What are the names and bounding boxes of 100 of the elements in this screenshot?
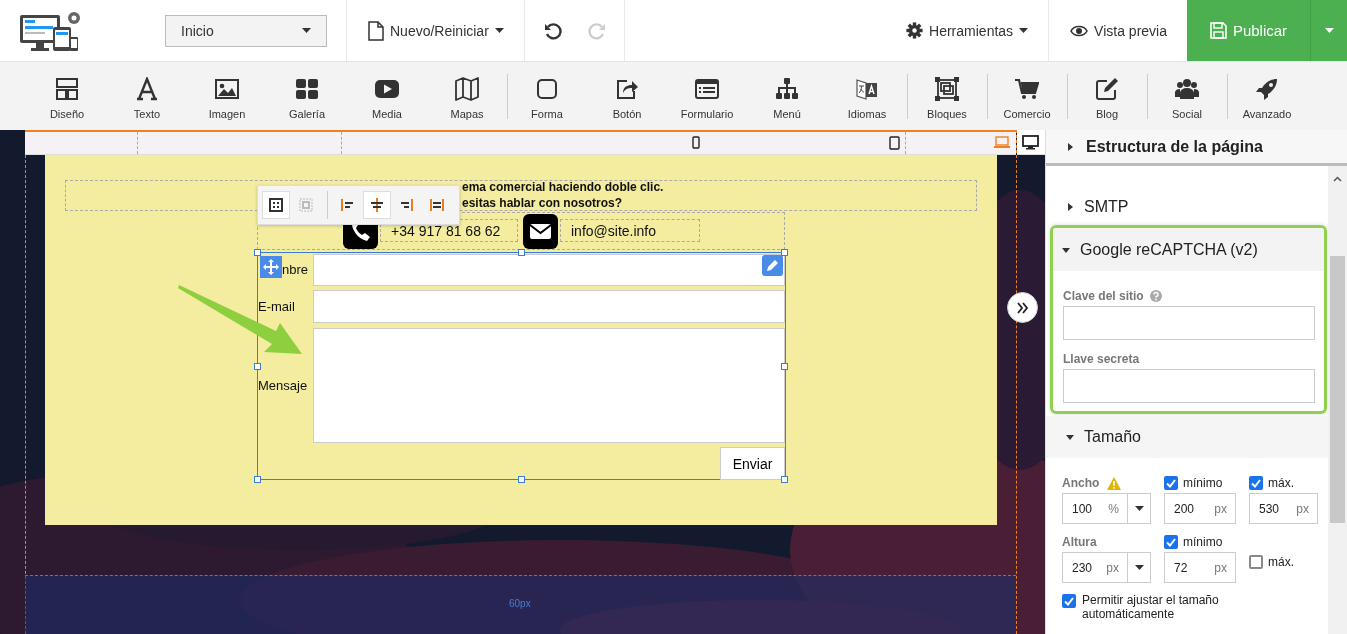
toolbar-button[interactable]: Social	[1147, 62, 1227, 130]
width-field[interactable]: 100 %	[1062, 493, 1151, 524]
toolbar-button[interactable]: Mapas	[427, 62, 507, 130]
resize-handle[interactable]	[781, 249, 788, 256]
frame-button[interactable]	[262, 191, 290, 219]
align-center-button[interactable]	[363, 191, 391, 219]
email-address: info@site.info	[560, 219, 700, 242]
checkbox-label: mínimo	[1183, 535, 1223, 549]
toolbar-button[interactable]: Comercio	[987, 62, 1067, 130]
redo-icon	[587, 21, 606, 40]
settings-icon	[906, 22, 924, 39]
unit-label: px	[1106, 560, 1120, 575]
min-width-field[interactable]: 200 px	[1164, 493, 1236, 524]
checkbox[interactable]	[1249, 476, 1263, 490]
tools-menu-button[interactable]: Herramientas	[906, 0, 1029, 61]
help-icon[interactable]	[1149, 290, 1162, 302]
square-icon	[535, 76, 559, 101]
intro-text: esitas hablar con nosotros?	[462, 196, 623, 210]
resize-handle[interactable]	[781, 363, 788, 370]
resize-handle[interactable]	[254, 249, 261, 256]
caret-right-icon	[1066, 142, 1074, 151]
page-select[interactable]: Inicio	[165, 14, 327, 47]
field-label: Ancho	[1062, 476, 1100, 490]
toolbar-button[interactable]: Botón	[587, 62, 667, 130]
toolbar-button[interactable]: Avanzado	[1227, 62, 1307, 130]
panel-header[interactable]: Estructura de la página	[1046, 130, 1347, 166]
section-header[interactable]: Google reCAPTCHA (v2)	[1053, 228, 1324, 271]
resize-handle[interactable]	[254, 476, 261, 483]
unit-label: %	[1108, 501, 1120, 516]
justify-icon	[429, 197, 445, 213]
tablet-icon[interactable]	[888, 136, 901, 150]
checkbox-label: máx.	[1268, 555, 1294, 569]
document-icon	[368, 20, 384, 41]
pencil-icon[interactable]	[762, 255, 783, 276]
caret-icon	[302, 28, 311, 33]
translate-icon	[855, 76, 879, 101]
resize-handle[interactable]	[518, 476, 525, 483]
toolbar-button[interactable]: Forma	[507, 62, 587, 130]
toolbar-button[interactable]: Galería	[267, 62, 347, 130]
height-field[interactable]: 230 px	[1062, 552, 1151, 583]
cart-icon	[1015, 76, 1039, 101]
checkbox-label: mínimo	[1183, 476, 1223, 490]
resize-handle[interactable]	[254, 363, 261, 370]
checkbox[interactable]	[1249, 555, 1263, 569]
sitemap-icon	[775, 76, 799, 101]
phone-icon[interactable]	[690, 136, 702, 149]
toolbar-button[interactable]: Imagen	[187, 62, 267, 130]
monitor-icon[interactable]	[1022, 135, 1039, 150]
input-field[interactable]	[1063, 306, 1315, 340]
section-header[interactable]: SMTP	[1046, 191, 1328, 223]
field-label: E-mail	[258, 298, 295, 316]
save-icon	[1209, 22, 1227, 39]
unit-label: px	[1214, 501, 1228, 516]
resize-handle[interactable]	[781, 476, 788, 483]
toolbar-button[interactable]: Blog	[1067, 62, 1147, 130]
section-header[interactable]: Tamaño	[1046, 416, 1328, 458]
checkbox[interactable]	[1164, 535, 1178, 549]
align-right-icon	[399, 197, 415, 213]
laptop-icon[interactable]	[994, 136, 1010, 149]
field-label: Mensaje	[258, 377, 308, 395]
min-height-field[interactable]: 72 px	[1164, 552, 1236, 583]
new-menu-button[interactable]: Nuevo/Reiniciar	[368, 0, 504, 61]
unit-label: px	[1214, 560, 1228, 575]
spacer-size: 60px	[509, 598, 531, 609]
toolbar-button[interactable]: Menú	[747, 62, 827, 130]
resize-handle[interactable]	[518, 249, 525, 256]
grid-icon	[295, 76, 319, 101]
checkbox[interactable]	[1164, 476, 1178, 490]
toolbar-button[interactable]: Diseño	[27, 62, 107, 130]
rocket-icon	[1255, 76, 1279, 101]
max-width-field[interactable]: 530 px	[1249, 493, 1318, 524]
checkbox[interactable]	[1062, 594, 1076, 608]
double-chevron-icon	[1016, 301, 1029, 314]
padding-icon	[298, 197, 314, 213]
input-field[interactable]	[313, 254, 785, 286]
eye-icon	[1070, 24, 1089, 37]
warning-icon	[1107, 476, 1122, 490]
frame-icon	[268, 197, 284, 213]
move-icon[interactable]	[260, 256, 282, 278]
toolbar-button[interactable]: Formulario	[667, 62, 747, 130]
input-field[interactable]	[1063, 369, 1315, 403]
toolbar-button[interactable]: Bloques	[907, 62, 987, 130]
preview-button[interactable]: Vista previa	[1070, 0, 1167, 61]
input-field[interactable]	[313, 290, 785, 323]
toolbar-button[interactable]: Idiomas	[827, 62, 907, 130]
intro-text: ema comercial haciendo doble clic.	[462, 180, 664, 194]
message-field[interactable]	[313, 328, 785, 443]
form-icon	[695, 76, 719, 101]
guide-line	[341, 132, 342, 154]
scrollbar-thumb[interactable]	[1330, 256, 1345, 523]
unit-label: px	[1296, 501, 1310, 516]
scroll-up-icon[interactable]	[1333, 176, 1342, 182]
blocks-icon	[935, 76, 959, 101]
submit-button[interactable]: Enviar	[720, 447, 785, 480]
toolbar-button[interactable]: Media	[347, 62, 427, 130]
toolbar-button[interactable]: Texto	[107, 62, 187, 130]
users-icon	[1175, 76, 1199, 101]
layout-icon	[55, 76, 79, 101]
caret-icon	[1134, 506, 1144, 511]
guide-line	[905, 132, 906, 154]
